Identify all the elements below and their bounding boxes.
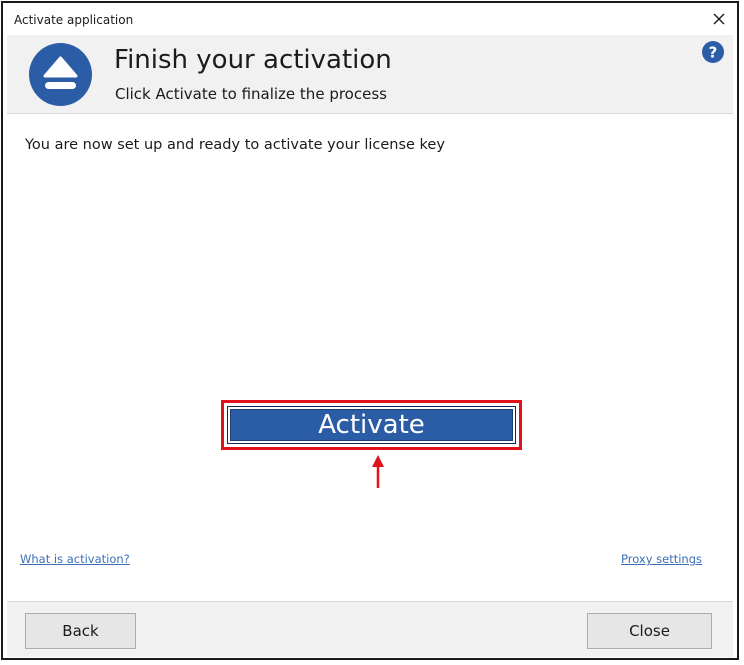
- help-icon[interactable]: ?: [702, 41, 724, 63]
- title-bar: Activate application: [3, 3, 737, 35]
- header-banner: Finish your activation Click Activate to…: [7, 35, 733, 114]
- activation-dialog: Activate application Finish your activat…: [1, 1, 739, 660]
- page-subtitle: Click Activate to finalize the process: [115, 85, 387, 103]
- what-is-activation-link[interactable]: What is activation?: [20, 552, 130, 566]
- window-title: Activate application: [14, 13, 134, 27]
- page-title: Finish your activation: [114, 45, 392, 75]
- intro-text: You are now set up and ready to activate…: [25, 137, 445, 153]
- close-button[interactable]: Close: [587, 613, 712, 649]
- svg-text:?: ?: [709, 44, 718, 62]
- eject-icon: [29, 43, 92, 106]
- proxy-settings-link[interactable]: Proxy settings: [621, 552, 702, 566]
- activate-button[interactable]: Activate: [227, 406, 516, 444]
- footer-bar: Back Close: [7, 601, 733, 657]
- arrow-up-icon: [371, 455, 385, 489]
- back-button[interactable]: Back: [25, 613, 136, 649]
- close-icon[interactable]: [709, 9, 729, 29]
- content-area: You are now set up and ready to activate…: [7, 114, 733, 601]
